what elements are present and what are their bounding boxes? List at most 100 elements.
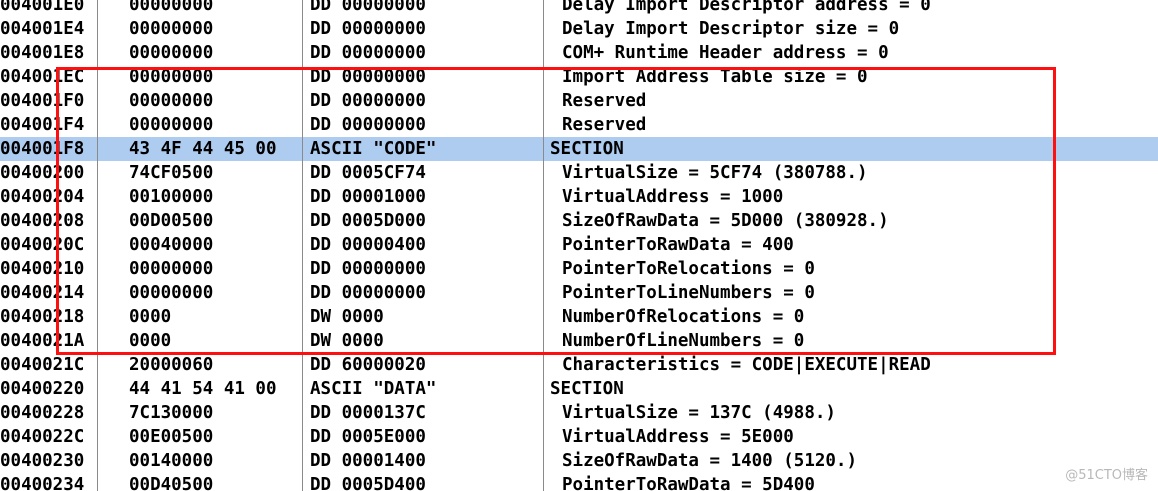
row-disassembly: ASCII "CODE": [310, 139, 437, 159]
row-disassembly: DD 60000020: [310, 355, 426, 375]
dump-row[interactable]: 00400234 00D40500 DD 0005D400 PointerToRawD…: [0, 473, 1158, 491]
row-hex-bytes: 0000: [129, 307, 172, 327]
dump-row[interactable]: 00400204 00100000 DD 00001000 VirtualAddres…: [0, 185, 1158, 209]
row-address: 004001EC: [0, 67, 85, 87]
row-hex-bytes: 43 4F 44 45 00: [129, 139, 277, 159]
row-address: 004001E8: [0, 43, 85, 63]
row-address: 0040021A: [0, 331, 85, 351]
row-comment: NumberOfRelocations = 0: [562, 307, 805, 327]
row-comment: Reserved: [562, 91, 647, 111]
dump-row[interactable]: 0040021A 0000 DW 0000 NumberOfLineNumbers =…: [0, 329, 1158, 353]
memory-dump-view[interactable]: 004001E0 00000000 DD 00000000 Delay Import …: [0, 0, 1158, 491]
row-disassembly: DD 00000400: [310, 235, 426, 255]
row-disassembly: ASCII "DATA": [310, 379, 437, 399]
row-address: 00400208: [0, 211, 85, 231]
row-address: 00400234: [0, 475, 85, 491]
row-disassembly: DD 00000000: [310, 259, 426, 279]
dump-row[interactable]: 004001E0 00000000 DD 00000000 Delay Import …: [0, 0, 1158, 17]
dump-row[interactable]: 004001E4 00000000 DD 00000000 Delay Import …: [0, 17, 1158, 41]
dump-row[interactable]: 00400210 00000000 DD 00000000 PointerToRelo…: [0, 257, 1158, 281]
row-hex-bytes: 00140000: [129, 451, 214, 471]
row-address: 00400218: [0, 307, 85, 327]
dump-row[interactable]: 00400228 7C130000 DD 0000137C VirtualSize =…: [0, 401, 1158, 425]
row-hex-bytes: 00040000: [129, 235, 214, 255]
row-address: 0040021C: [0, 355, 85, 375]
row-comment: Delay Import Descriptor size = 0: [562, 19, 900, 39]
row-address: 00400228: [0, 403, 85, 423]
row-comment: VirtualSize = 137C (4988.): [562, 403, 836, 423]
row-disassembly: DD 00000000: [310, 91, 426, 111]
row-comment: PointerToRelocations = 0: [562, 259, 815, 279]
dump-row[interactable]: 0040020C 00040000 DD 00000400 PointerToRawD…: [0, 233, 1158, 257]
row-hex-bytes: 00000000: [129, 91, 214, 111]
row-disassembly: DD 00000000: [310, 283, 426, 303]
watermark: @51CTO博客: [1065, 468, 1148, 483]
row-disassembly: DW 0000: [310, 307, 384, 327]
row-hex-bytes: 44 41 54 41 00: [129, 379, 277, 399]
dump-row[interactable]: 004001E8 00000000 DD 00000000 COM+ Runtime …: [0, 41, 1158, 65]
row-address: 00400204: [0, 187, 85, 207]
dump-row[interactable]: 0040021C 20000060 DD 60000020 Characteristi…: [0, 353, 1158, 377]
row-address: 00400220: [0, 379, 85, 399]
row-comment: VirtualAddress = 5E000: [562, 427, 794, 447]
row-hex-bytes: 00E00500: [129, 427, 214, 447]
row-address: 00400200: [0, 163, 85, 183]
row-hex-bytes: 00100000: [129, 187, 214, 207]
dump-row[interactable]: 00400208 00D00500 DD 0005D000 SizeOfRawData…: [0, 209, 1158, 233]
row-comment: Reserved: [562, 115, 647, 135]
row-hex-bytes: 00000000: [129, 115, 214, 135]
row-comment: Characteristics = CODE|EXECUTE|READ: [562, 355, 931, 375]
row-hex-bytes: 20000060: [129, 355, 214, 375]
dump-row[interactable]: 004001F0 00000000 DD 00000000 Reserved: [0, 89, 1158, 113]
row-hex-bytes: 00000000: [129, 283, 214, 303]
row-comment: PointerToRawData = 400: [562, 235, 794, 255]
row-hex-bytes: 00D40500: [129, 475, 214, 491]
row-disassembly: DD 00000000: [310, 115, 426, 135]
row-address: 004001F0: [0, 91, 85, 111]
row-comment: COM+ Runtime Header address = 0: [562, 43, 889, 63]
row-disassembly: DD 0005D400: [310, 475, 426, 491]
row-address: 004001F8: [0, 139, 85, 159]
row-address: 004001E4: [0, 19, 85, 39]
row-address: 0040022C: [0, 427, 85, 447]
row-address: 00400214: [0, 283, 85, 303]
row-hex-bytes: 0000: [129, 331, 172, 351]
row-hex-bytes: 00000000: [129, 259, 214, 279]
row-comment: SECTION: [550, 379, 624, 399]
row-disassembly: DD 0000137C: [310, 403, 426, 423]
row-comment: Import Address Table size = 0: [562, 67, 868, 87]
row-disassembly: DD 00000000: [310, 0, 426, 15]
row-address: 00400230: [0, 451, 85, 471]
dump-row-selected[interactable]: 004001F8 43 4F 44 45 00 ASCII "CODE" SECTIO…: [0, 137, 1158, 161]
row-disassembly: DD 00000000: [310, 19, 426, 39]
dump-row[interactable]: 00400218 0000 DW 0000 NumberOfRelocations =…: [0, 305, 1158, 329]
column-separator-hex: [302, 0, 303, 491]
row-comment: VirtualSize = 5CF74 (380788.): [562, 163, 868, 183]
row-disassembly: DD 0005D000: [310, 211, 426, 231]
row-disassembly: DD 00001400: [310, 451, 426, 471]
dump-row[interactable]: 00400220 44 41 54 41 00 ASCII "DATA" SECTIO…: [0, 377, 1158, 401]
row-comment: VirtualAddress = 1000: [562, 187, 784, 207]
column-separator-disassembly: [543, 0, 544, 491]
row-comment: PointerToRawData = 5D400: [562, 475, 815, 491]
row-comment: SizeOfRawData = 5D000 (380928.): [562, 211, 889, 231]
row-hex-bytes: 00D00500: [129, 211, 214, 231]
dump-row[interactable]: 00400214 00000000 DD 00000000 PointerToLine…: [0, 281, 1158, 305]
dump-row[interactable]: 004001F4 00000000 DD 00000000 Reserved: [0, 113, 1158, 137]
row-comment: NumberOfLineNumbers = 0: [562, 331, 805, 351]
row-hex-bytes: 00000000: [129, 43, 214, 63]
row-hex-bytes: 00000000: [129, 0, 214, 15]
column-separator-address: [97, 0, 98, 491]
row-comment: Delay Import Descriptor address = 0: [562, 0, 931, 15]
row-address: 00400210: [0, 259, 85, 279]
dump-row[interactable]: 00400200 74CF0500 DD 0005CF74 VirtualSize =…: [0, 161, 1158, 185]
dump-row[interactable]: 0040022C 00E00500 DD 0005E000 VirtualAddres…: [0, 425, 1158, 449]
row-disassembly: DD 00000000: [310, 67, 426, 87]
row-disassembly: DD 0005CF74: [310, 163, 426, 183]
row-hex-bytes: 00000000: [129, 67, 214, 87]
row-comment: SECTION: [550, 139, 624, 159]
row-disassembly: DD 00000000: [310, 43, 426, 63]
dump-row[interactable]: 004001EC 00000000 DD 00000000 Import Addres…: [0, 65, 1158, 89]
row-address: 004001E0: [0, 0, 85, 15]
dump-row[interactable]: 00400230 00140000 DD 00001400 SizeOfRawData…: [0, 449, 1158, 473]
